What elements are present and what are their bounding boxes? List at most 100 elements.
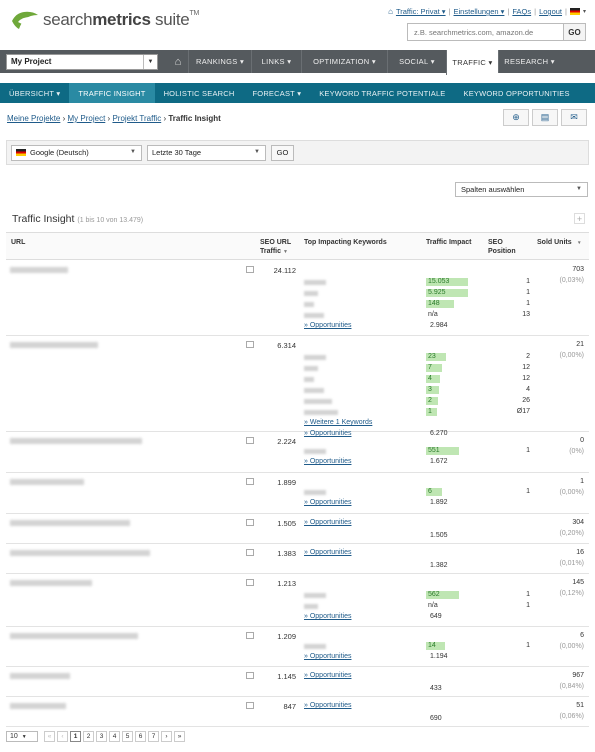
row-checkbox[interactable] (246, 702, 254, 709)
url-link[interactable] (10, 703, 66, 709)
url-link[interactable] (10, 580, 92, 586)
logout-link[interactable]: Logout (539, 7, 562, 16)
page-1-button[interactable]: 1 (70, 731, 81, 742)
last-page-button[interactable]: » (174, 731, 185, 742)
prev-page-button[interactable]: ‹ (57, 731, 68, 742)
keyword-link[interactable] (304, 449, 326, 454)
keyword-link[interactable] (304, 355, 326, 360)
url-link[interactable] (10, 479, 84, 485)
nav-rankings[interactable]: RANKINGS ▾ (188, 50, 251, 73)
nav-social[interactable]: SOCIAL ▾ (387, 50, 446, 73)
tab-traffic-insight[interactable]: TRAFFIC INSIGHT (69, 83, 155, 103)
keyword-link[interactable] (304, 388, 324, 393)
page-6-button[interactable]: 6 (135, 731, 146, 742)
opportunities-link[interactable]: » Opportunities (304, 672, 351, 679)
page-4-button[interactable]: 4 (109, 731, 120, 742)
keyword-link[interactable] (304, 399, 332, 404)
row-checkbox[interactable] (246, 437, 254, 444)
row-checkbox[interactable] (246, 478, 254, 485)
nav-research[interactable]: RESEARCH ▾ (498, 50, 560, 73)
tab-forecast[interactable]: FORECAST ▾ (244, 83, 311, 103)
project-select[interactable]: My Project ▼ (6, 53, 158, 70)
period-select[interactable]: Letzte 30 Tage ▼ (147, 144, 266, 161)
keyword-link[interactable] (304, 604, 318, 609)
opportunities-link[interactable]: » Opportunities (304, 458, 351, 465)
breadcrumb-projekt-traffic[interactable]: Projekt Traffic (112, 114, 161, 123)
add-button[interactable]: ⊕ (503, 109, 529, 126)
searchmetrics-logo[interactable]: searchmetrics suiteTM (10, 9, 199, 31)
faqs-link[interactable]: FAQs (512, 7, 531, 16)
filter-go-button[interactable]: GO (271, 144, 294, 161)
opportunities-link[interactable]: » Opportunities (304, 322, 351, 329)
col-seo-position[interactable]: SEO Position (488, 238, 518, 256)
url-link[interactable] (10, 267, 68, 273)
url-link[interactable] (10, 520, 130, 526)
seo-position: 4 (526, 386, 530, 393)
table-row: 2.224 551 1 » Opportunities 1.672 0 (0%) (6, 432, 589, 473)
breadcrumb-meine-projekte[interactable]: Meine Projekte (7, 114, 60, 123)
url-link[interactable] (10, 673, 70, 679)
url-link[interactable] (10, 342, 98, 348)
tab-uebersicht[interactable]: ÜBERSICHT ▾ (0, 83, 69, 103)
keyword-link[interactable] (304, 366, 318, 371)
opportunities-link[interactable]: » Opportunities (304, 613, 351, 620)
opportunities-link[interactable]: » Opportunities (304, 702, 351, 709)
columns-select[interactable]: Spalten auswählen ▼ (455, 182, 588, 197)
nav-links[interactable]: LINKS ▾ (251, 50, 301, 73)
row-checkbox[interactable] (246, 266, 254, 273)
keyword-link[interactable] (304, 302, 314, 307)
row-checkbox[interactable] (246, 549, 254, 556)
opportunities-link[interactable]: » Opportunities (304, 499, 351, 506)
page-2-button[interactable]: 2 (83, 731, 94, 742)
page-size-select[interactable]: 10 ▼ (6, 731, 38, 742)
row-checkbox[interactable] (246, 519, 254, 526)
nav-traffic[interactable]: TRAFFIC ▾ (446, 50, 498, 75)
search-engine-select[interactable]: Google (Deutsch) ▼ (11, 144, 142, 161)
url-link[interactable] (10, 438, 142, 444)
col-sold-units[interactable]: Sold Units (537, 238, 572, 247)
nav-optimization[interactable]: OPTIMIZATION ▾ (301, 50, 387, 73)
domain-search-input[interactable] (407, 23, 564, 41)
email-button[interactable]: ✉ (561, 109, 587, 126)
tab-holistic-search[interactable]: HOLISTIC SEARCH (155, 83, 244, 103)
keyword-link[interactable] (304, 377, 314, 382)
sort-icon[interactable]: ▾ (578, 238, 581, 248)
url-link[interactable] (10, 550, 150, 556)
opportunities-link[interactable]: » Opportunities (304, 653, 351, 660)
keyword-link[interactable] (304, 313, 324, 318)
breadcrumb-my-project[interactable]: My Project (68, 114, 106, 123)
keyword-link[interactable] (304, 490, 326, 495)
opportunities-link[interactable]: » Opportunities (304, 549, 351, 556)
page-3-button[interactable]: 3 (96, 731, 107, 742)
keyword-link[interactable] (304, 593, 326, 598)
col-url[interactable]: URL (11, 238, 25, 247)
page-5-button[interactable]: 5 (122, 731, 133, 742)
language-flag-icon[interactable] (569, 8, 580, 15)
keyword-link[interactable] (304, 410, 338, 415)
row-checkbox[interactable] (246, 341, 254, 348)
tab-keyword-traffic-potentiale[interactable]: KEYWORD TRAFFIC POTENTIALE (310, 83, 454, 103)
opportunities-link[interactable]: » Opportunities (304, 519, 351, 526)
next-page-button[interactable]: › (161, 731, 172, 742)
row-checkbox[interactable] (246, 672, 254, 679)
keyword-link[interactable] (304, 280, 326, 285)
table-row: 1.213 562 1 n/a 1 » Opportunities 649 145 (0,12%… (6, 574, 589, 627)
language-dropdown[interactable]: ▾ (583, 8, 586, 15)
first-page-button[interactable]: « (44, 731, 55, 742)
keyword-link[interactable] (304, 291, 318, 296)
pdf-export-button[interactable]: ▤ (532, 109, 558, 126)
keyword-link[interactable] (304, 644, 326, 649)
search-go-button[interactable]: GO (564, 23, 586, 41)
row-checkbox[interactable] (246, 632, 254, 639)
tab-keyword-opportunities[interactable]: KEYWORD OPPORTUNITIES (455, 83, 579, 103)
traffic-account-link[interactable]: Traffic: Privat ▾ (396, 7, 446, 16)
col-seo-traffic[interactable]: SEO URL Traffic ▼ (260, 238, 300, 257)
settings-link[interactable]: Einstellungen ▾ (454, 7, 505, 16)
url-link[interactable] (10, 633, 138, 639)
more-keywords-link[interactable]: » Weitere 1 Keywords (304, 419, 372, 426)
row-checkbox[interactable] (246, 579, 254, 586)
home-button[interactable]: ⌂ (168, 50, 188, 73)
col-traffic-impact[interactable]: Traffic Impact (426, 238, 472, 247)
page-7-button[interactable]: 7 (148, 731, 159, 742)
expand-button[interactable]: + (574, 213, 585, 224)
